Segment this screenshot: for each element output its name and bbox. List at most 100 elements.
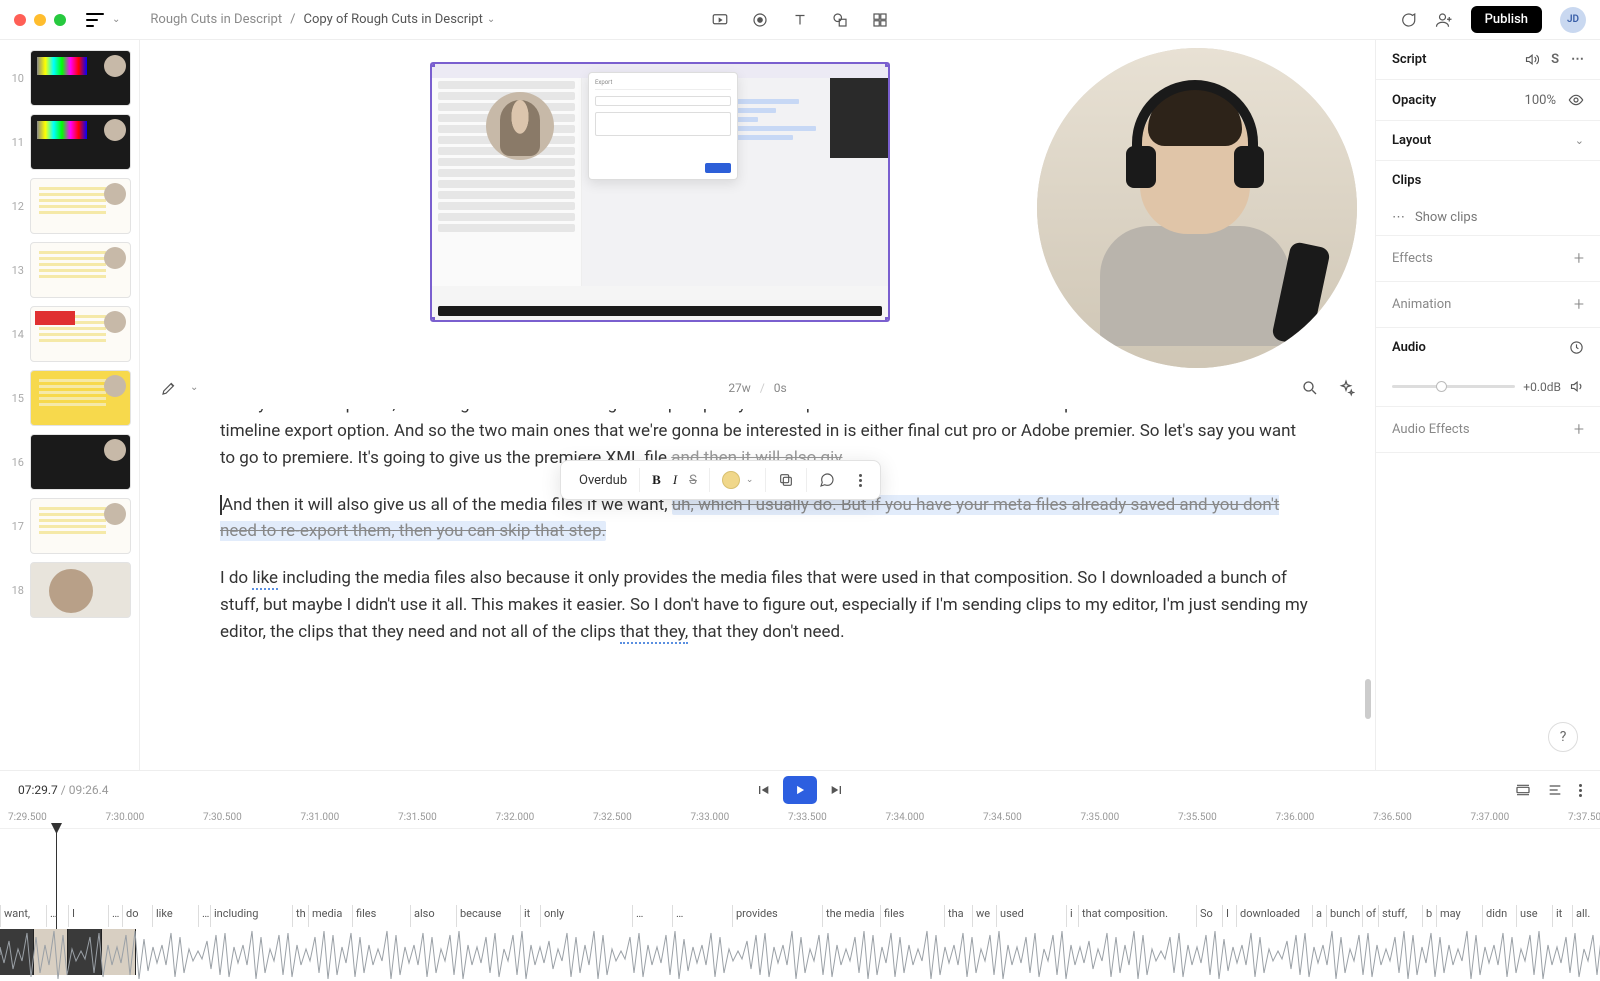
align-icon[interactable] [1547, 782, 1563, 798]
timeline-word[interactable]: all. [1576, 907, 1590, 920]
timeline-word[interactable]: provides [736, 907, 778, 920]
timeline-word[interactable]: the media [826, 907, 875, 920]
copy-icon[interactable] [778, 472, 794, 488]
skip-back-icon[interactable] [755, 782, 771, 798]
publish-button[interactable]: Publish [1471, 6, 1542, 33]
timeline-word[interactable]: do [126, 907, 138, 920]
timeline-word[interactable]: because [460, 907, 501, 920]
transcript-text[interactable]: that they don't need. [688, 622, 844, 642]
audio-effects-row[interactable]: Audio Effects + [1376, 407, 1600, 453]
timeline-view-icon[interactable] [1515, 782, 1531, 798]
compose-icon[interactable] [160, 379, 178, 397]
timeline-word[interactable]: used [1000, 907, 1024, 920]
shapes-tool-icon[interactable] [831, 11, 849, 29]
timeline-word[interactable]: th [296, 907, 306, 920]
window-controls[interactable] [14, 14, 66, 26]
close-window-icon[interactable] [14, 14, 26, 26]
chevron-down-icon[interactable]: ⌄ [746, 475, 754, 485]
timeline-word[interactable]: files [884, 907, 904, 920]
highlight-color-button[interactable] [722, 471, 740, 489]
more-icon[interactable]: ⋯ [1571, 52, 1584, 67]
timeline-word[interactable]: like [156, 907, 173, 920]
scene-thumb[interactable]: 11 [0, 110, 139, 174]
scene-thumb[interactable]: 15 [0, 366, 139, 430]
timeline-word[interactable]: … [112, 907, 119, 920]
scrollbar-thumb[interactable] [1365, 679, 1371, 719]
strikethrough-button[interactable]: S [689, 473, 697, 488]
clock-icon[interactable] [1569, 340, 1584, 355]
timeline-word[interactable]: use [1520, 907, 1538, 920]
scene-thumb[interactable]: 16 [0, 430, 139, 494]
timeline-word[interactable]: want, [4, 907, 30, 920]
visibility-icon[interactable] [1568, 92, 1584, 108]
format-toolbar[interactable]: Overdub B I S ⌄ [560, 460, 881, 500]
scene-thumb[interactable]: 17 [0, 494, 139, 558]
timeline-word[interactable]: bunch [1330, 907, 1360, 920]
timeline-more-icon[interactable] [1579, 784, 1582, 797]
audio-header[interactable]: Audio [1376, 328, 1600, 367]
camera-overlay[interactable] [1037, 48, 1357, 368]
timeline-word[interactable]: only [544, 907, 564, 920]
search-icon[interactable] [1301, 379, 1319, 397]
record-icon[interactable] [751, 11, 769, 29]
breadcrumb-root[interactable]: Rough Cuts in Descript [150, 12, 282, 27]
timeline-ruler[interactable]: 7:29.5007:30.0007:30.5007:31.0007:31.500… [0, 809, 1600, 829]
ai-sparkle-icon[interactable] [1337, 379, 1355, 397]
more-options-icon[interactable] [859, 474, 862, 487]
comment-icon[interactable] [819, 472, 835, 488]
transcript-filler-word[interactable]: that they, [620, 622, 688, 644]
speaker-label[interactable]: S [1551, 52, 1559, 67]
layout-row[interactable]: Layout ⌄ [1376, 121, 1600, 161]
skip-forward-icon[interactable] [829, 782, 845, 798]
text-tool-icon[interactable] [791, 11, 809, 29]
panel-section-script[interactable]: Script S ⋯ [1376, 40, 1600, 80]
timecode[interactable]: 07:29.7 / 09:26.4 [18, 783, 109, 797]
help-button[interactable]: ? [1548, 722, 1578, 752]
timeline-word[interactable]: I [72, 907, 75, 920]
opacity-value[interactable]: 100% [1525, 93, 1556, 108]
user-avatar[interactable]: JD [1560, 7, 1586, 33]
invite-icon[interactable] [1435, 11, 1453, 29]
templates-icon[interactable] [871, 11, 889, 29]
word-track[interactable]: want, … I … do like … including thmedia files also… [0, 905, 1600, 927]
timeline-word[interactable]: media [312, 907, 342, 920]
maximize-window-icon[interactable] [54, 14, 66, 26]
timeline-word[interactable]: … [636, 907, 643, 920]
bold-button[interactable]: B [652, 472, 661, 488]
timeline-word[interactable]: also [414, 907, 435, 920]
timeline-word[interactable]: tha [948, 907, 964, 920]
audio-waveform-track[interactable] [0, 929, 1600, 981]
opacity-row[interactable]: Opacity 100% [1376, 80, 1600, 121]
timeline-word[interactable]: including [214, 907, 258, 920]
timeline-word[interactable]: that composition. [1082, 907, 1168, 920]
timeline-word[interactable]: we [976, 907, 990, 920]
effects-row[interactable]: Effects + [1376, 236, 1600, 282]
timeline-word[interactable]: downloaded [1240, 907, 1300, 920]
timeline-word[interactable]: a [1316, 907, 1322, 920]
more-icon[interactable]: ⋯ [1392, 210, 1405, 225]
timeline-word[interactable]: … [50, 907, 57, 920]
timeline-word[interactable]: … [676, 907, 683, 920]
play-button[interactable] [783, 776, 817, 804]
scene-thumb[interactable]: 12 [0, 174, 139, 238]
timeline-word[interactable]: didn [1486, 907, 1507, 920]
breadcrumb-current[interactable]: Copy of Rough Cuts in Descript [303, 12, 482, 27]
timeline-word[interactable]: of [1366, 907, 1376, 920]
volume-icon[interactable] [1569, 379, 1584, 394]
timeline-word[interactable]: … [202, 907, 209, 920]
overdub-button[interactable]: Overdub [579, 473, 627, 488]
chevron-down-icon[interactable]: ⌄ [1575, 134, 1584, 147]
app-logo-icon[interactable] [86, 13, 104, 27]
timeline-word[interactable]: I [1226, 907, 1229, 920]
scene-thumb[interactable]: 10 [0, 46, 139, 110]
scene-rail[interactable]: 10 11 12 13 14 15 16 17 18 [0, 40, 140, 770]
video-canvas[interactable]: Export [430, 62, 890, 322]
timeline-word[interactable]: it [524, 907, 530, 920]
canvas-area[interactable]: Export [140, 40, 1375, 365]
italic-button[interactable]: I [673, 472, 677, 488]
project-menu-chevron-icon[interactable]: ⌄ [112, 14, 120, 25]
timeline-word[interactable]: it [1556, 907, 1562, 920]
timeline-word[interactable]: files [356, 907, 376, 920]
timeline-word[interactable]: i [1070, 907, 1073, 920]
timeline-word[interactable]: So [1200, 907, 1213, 920]
